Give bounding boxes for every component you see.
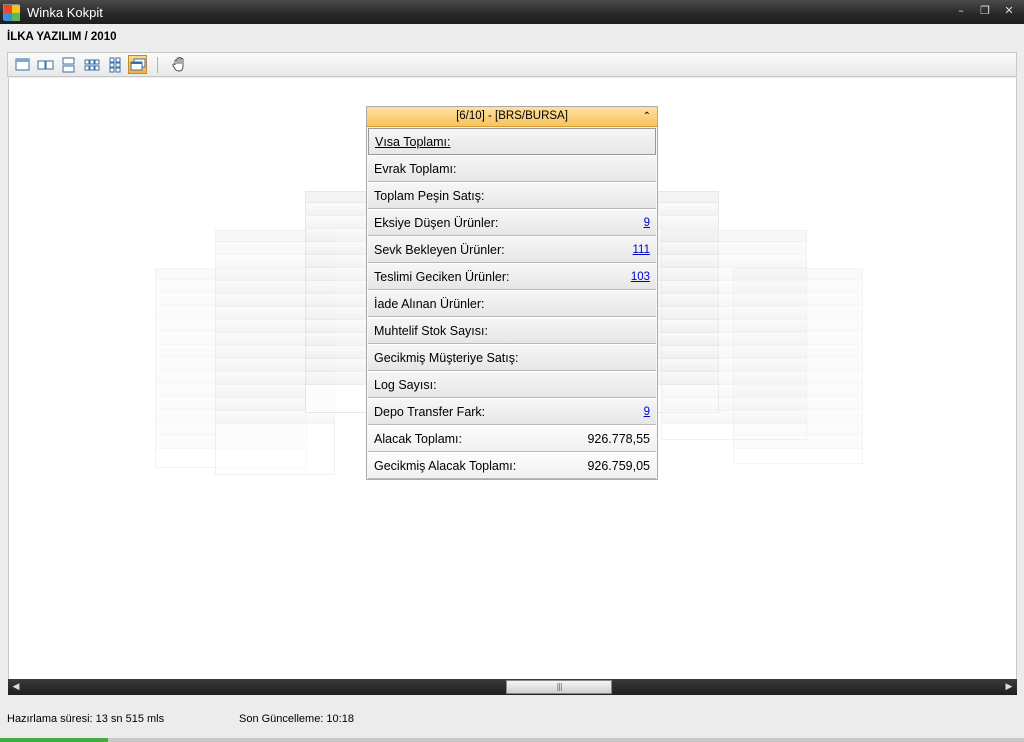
row-label: Log Sayısı: — [374, 377, 437, 392]
horizontal-scrollbar[interactable]: ◀ ||| ▶ — [8, 679, 1017, 695]
panel-header[interactable]: [6/10] - [BRS/BURSA] ⌃ — [367, 107, 657, 127]
carousel-view-icon[interactable] — [128, 55, 147, 74]
multi-tile-view-icon[interactable] — [82, 55, 101, 74]
panel-row[interactable]: Evrak Toplamı: — [368, 155, 656, 182]
row-label: Toplam Peşin Satış: — [374, 188, 485, 203]
last-update-label: Son Güncelleme: 10:18 — [239, 713, 354, 725]
row-label: Alacak Toplamı: — [374, 431, 463, 446]
two-row-view-icon[interactable] — [59, 55, 78, 74]
row-value-link[interactable]: 9 — [644, 217, 650, 229]
toolbar-separator — [157, 56, 158, 73]
restore-button[interactable]: ❐ — [976, 3, 994, 19]
row-value: 926.778,55 — [587, 431, 650, 446]
panel-row[interactable]: Log Sayısı: — [368, 371, 656, 398]
row-label: Evrak Toplamı: — [374, 161, 457, 176]
panel-row[interactable]: Depo Transfer Fark: 9 — [368, 398, 656, 425]
two-column-view-icon[interactable] — [36, 55, 55, 74]
panel-row[interactable]: Gecikmiş Müşteriye Satış: — [368, 344, 656, 371]
scroll-left-icon[interactable]: ◀ — [8, 679, 24, 695]
row-label: Vısa Toplamı: — [375, 134, 451, 149]
pan-hand-icon[interactable] — [170, 55, 189, 74]
panel-row[interactable]: Teslimi Geciken Ürünler: 103 — [368, 263, 656, 290]
panel-row[interactable]: Vısa Toplamı: — [368, 128, 656, 155]
panel-row[interactable]: Eksiye Düşen Ürünler: 9 — [368, 209, 656, 236]
row-label: Gecikmiş Alacak Toplamı: — [374, 458, 517, 473]
app-icon — [3, 4, 20, 21]
grid-view-icon[interactable] — [105, 55, 124, 74]
window-title: Winka Kokpit — [27, 4, 103, 20]
row-label: Eksiye Düşen Ürünler: — [374, 215, 499, 230]
row-label: Depo Transfer Fark: — [374, 404, 486, 419]
panel-row[interactable]: Alacak Toplamı: 926.778,55 — [368, 425, 656, 452]
panel-row[interactable]: Sevk Bekleyen Ürünler: 111 — [368, 236, 656, 263]
row-label: Muhtelif Stok Sayısı: — [374, 323, 488, 338]
view-toolbar — [7, 52, 1017, 77]
ghost-panel[interactable] — [733, 268, 863, 464]
collapse-icon[interactable]: ⌃ — [643, 107, 651, 126]
row-label: Sevk Bekleyen Ürünler: — [374, 242, 505, 257]
panel-title: [6/10] - [BRS/BURSA] — [456, 110, 568, 122]
scroll-right-icon[interactable]: ▶ — [1001, 679, 1017, 695]
branch-summary-panel: [6/10] - [BRS/BURSA] ⌃ Vısa Toplamı: Evr… — [366, 106, 658, 480]
scroll-thumb[interactable]: ||| — [506, 680, 612, 694]
row-value-link[interactable]: 103 — [631, 271, 650, 283]
status-bar: Hazırlama süresi: 13 sn 515 mls Son Günc… — [0, 700, 1024, 740]
row-value-link[interactable]: 9 — [644, 406, 650, 418]
row-label: Gecikmiş Müşteriye Satış: — [374, 350, 519, 365]
panel-row[interactable]: Gecikmiş Alacak Toplamı: 926.759,05 — [368, 452, 656, 479]
row-label: Teslimi Geciken Ürünler: — [374, 269, 510, 284]
panel-row[interactable]: Toplam Peşin Satış: — [368, 182, 656, 209]
row-value-link[interactable]: 111 — [633, 244, 650, 256]
row-label: İade Alınan Ürünler: — [374, 296, 485, 311]
row-value: 926.759,05 — [587, 458, 650, 473]
window-title-bar: Winka Kokpit – ❐ ✕ — [0, 0, 1024, 24]
close-button[interactable]: ✕ — [1000, 3, 1018, 19]
ghost-panel[interactable] — [305, 191, 375, 413]
minimize-button[interactable]: – — [952, 3, 970, 19]
prep-time-label: Hazırlama süresi: 13 sn 515 mls — [7, 713, 165, 725]
taskbar-strip — [0, 738, 1024, 742]
single-view-icon[interactable] — [13, 55, 32, 74]
panel-row[interactable]: Muhtelif Stok Sayısı: — [368, 317, 656, 344]
dashboard-canvas[interactable]: [6/10] - [BRS/BURSA] ⌃ Vısa Toplamı: Evr… — [8, 78, 1017, 679]
panel-row[interactable]: İade Alınan Ürünler: — [368, 290, 656, 317]
company-label: İLKA YAZILIM / 2010 — [7, 31, 117, 43]
